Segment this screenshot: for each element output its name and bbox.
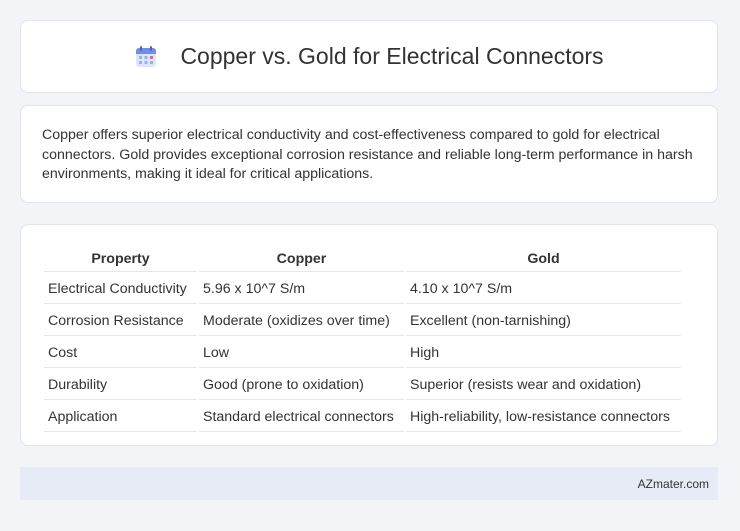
table-cell-copper: Standard electrical connectors — [199, 402, 404, 432]
title-card: Copper vs. Gold for Electrical Connector… — [20, 20, 718, 93]
table-row: Corrosion Resistance Moderate (oxidizes … — [44, 306, 681, 336]
table-row: Cost Low High — [44, 338, 681, 368]
table-cell-copper: Good (prone to oxidation) — [199, 370, 404, 400]
calendar-icon — [134, 45, 158, 69]
table-cell-property: Application — [44, 402, 197, 432]
table-cell-gold: High — [406, 338, 681, 368]
table-cell-gold: Superior (resists wear and oxidation) — [406, 370, 681, 400]
table-row: Durability Good (prone to oxidation) Sup… — [44, 370, 681, 400]
table-row: Application Standard electrical connecto… — [44, 402, 681, 432]
table-cell-property: Durability — [44, 370, 197, 400]
table-cell-copper: Low — [199, 338, 404, 368]
table-header-row: Property Copper Gold — [44, 248, 681, 272]
table-row: Electrical Conductivity 5.96 x 10^7 S/m … — [44, 274, 681, 304]
footer-bar: AZmater.com — [20, 467, 718, 500]
summary-card: Copper offers superior electrical conduc… — [20, 105, 718, 203]
header-gold: Gold — [406, 248, 681, 272]
table-cell-gold: High-reliability, low-resistance connect… — [406, 402, 681, 432]
header-copper: Copper — [199, 248, 404, 272]
table-cell-property: Electrical Conductivity — [44, 274, 197, 304]
header-property: Property — [44, 248, 197, 272]
table-cell-copper: 5.96 x 10^7 S/m — [199, 274, 404, 304]
table-cell-property: Corrosion Resistance — [44, 306, 197, 336]
comparison-table: Property Copper Gold Electrical Conducti… — [42, 246, 683, 434]
comparison-table-card: Property Copper Gold Electrical Conducti… — [20, 224, 718, 446]
page-title: Copper vs. Gold for Electrical Connector… — [180, 43, 604, 69]
footer-site-label: AZmater.com — [637, 477, 709, 491]
table-cell-property: Cost — [44, 338, 197, 368]
table-cell-gold: 4.10 x 10^7 S/m — [406, 274, 681, 304]
table-cell-copper: Moderate (oxidizes over time) — [199, 306, 404, 336]
summary-text: Copper offers superior electrical conduc… — [42, 127, 693, 182]
table-cell-gold: Excellent (non-tarnishing) — [406, 306, 681, 336]
